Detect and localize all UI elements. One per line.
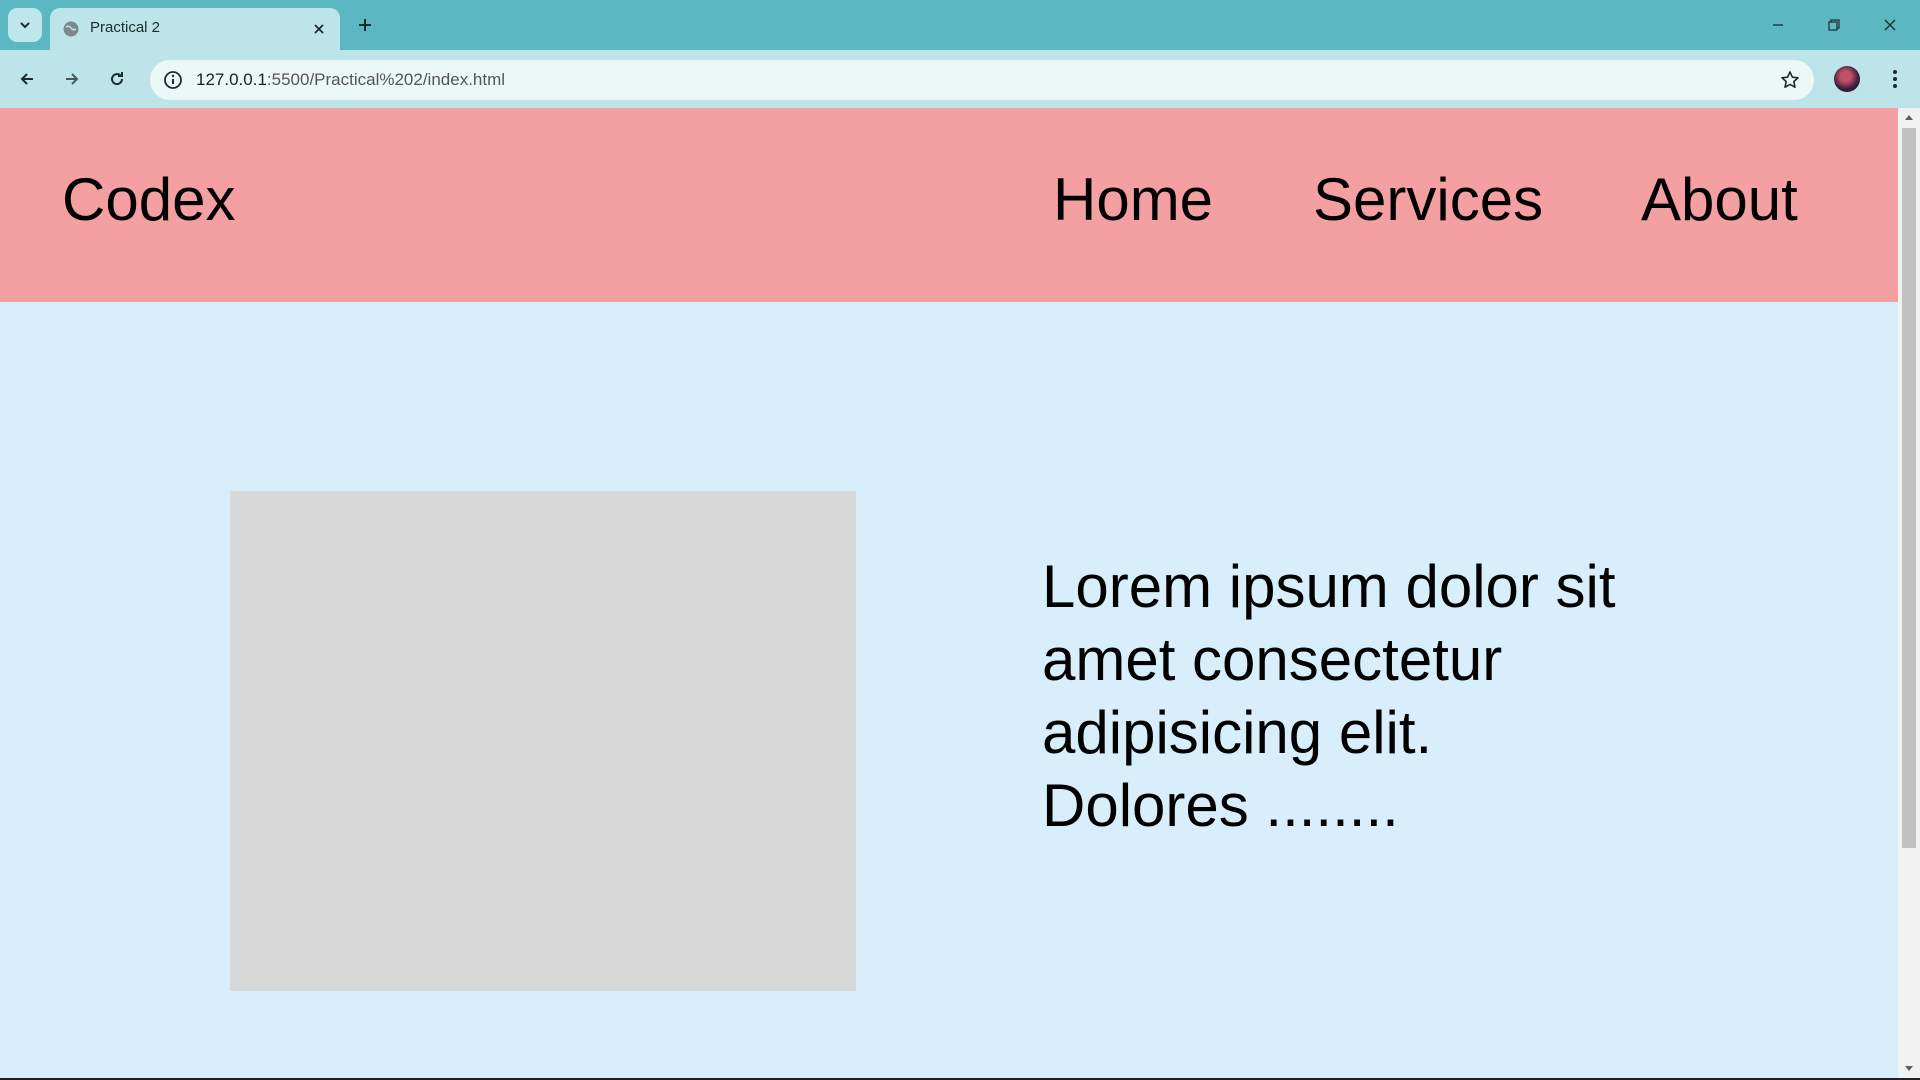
tab-title: Practical 2 [90,19,161,36]
browser-tab[interactable]: Practical 2 [50,8,340,50]
hero-image-placeholder [230,491,856,991]
page-scrollbar[interactable] [1898,108,1920,1078]
back-button[interactable] [10,62,44,96]
arrow-left-icon [20,73,33,85]
info-icon [164,71,182,89]
page-viewport: Codex Home Services About Lorem ipsum do… [0,108,1898,1078]
minimize-button[interactable] [1750,0,1806,50]
scroll-thumb[interactable] [1902,128,1916,848]
minimize-icon [1773,24,1783,26]
avatar[interactable] [1834,66,1860,92]
close-icon [1884,19,1896,31]
triangle-up-icon [1905,115,1913,120]
site-header: Codex Home Services About [0,108,1898,302]
nav-link-services[interactable]: Services [1313,170,1543,230]
url-text[interactable]: 127.0.0.1:5500/Practical%202/index.html [196,70,505,90]
triangle-down-icon [1905,1066,1913,1071]
scroll-down-button[interactable] [1898,1060,1920,1078]
new-tab-button[interactable] [352,12,378,38]
browser-menu-button[interactable] [1880,63,1910,95]
star-icon [1781,71,1799,88]
close-icon [314,24,324,34]
restore-icon [1828,19,1840,31]
tab-search-button[interactable] [8,8,42,42]
scroll-up-button[interactable] [1898,108,1920,126]
bookmark-button[interactable] [1778,68,1802,92]
restore-button[interactable] [1806,0,1862,50]
kebab-menu-icon [1893,70,1897,88]
close-window-button[interactable] [1862,0,1918,50]
forward-button[interactable] [55,62,89,96]
url-path: :5500/Practical%202/index.html [266,70,506,89]
nav-link-home[interactable]: Home [1053,170,1213,230]
reload-button[interactable] [100,62,134,96]
site-info-button[interactable] [160,67,186,93]
site-logo[interactable]: Codex [62,170,235,230]
nav-link-about[interactable]: About [1641,170,1798,230]
close-tab-button[interactable] [310,20,328,38]
address-bar[interactable]: 127.0.0.1:5500/Practical%202/index.html [150,60,1814,100]
hero-text: Lorem ipsum dolor sit amet consectetur a… [1042,553,1616,839]
plus-icon [359,19,371,31]
arrow-right-icon [66,73,79,85]
browser-toolbar: 127.0.0.1:5500/Practical%202/index.html [0,50,1920,108]
chevron-down-icon [20,22,30,29]
globe-icon [63,21,79,37]
url-host: 127.0.0.1 [196,70,267,89]
browser-tabstrip: Practical 2 [0,0,1920,50]
reload-icon [111,72,124,86]
